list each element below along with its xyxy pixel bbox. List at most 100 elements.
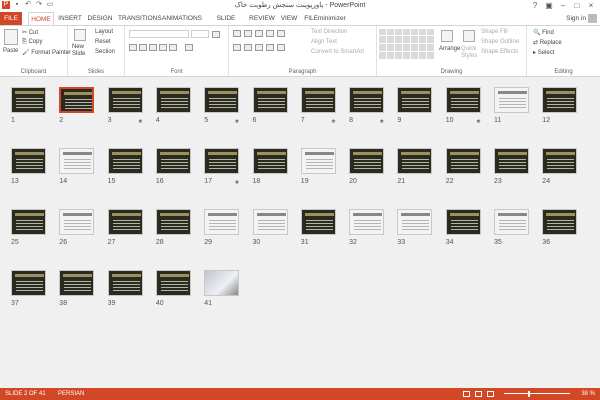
slide-thumbnail[interactable]	[494, 209, 529, 235]
zoom-slider[interactable]	[504, 393, 570, 394]
slide-sorter-view-icon[interactable]	[475, 391, 482, 397]
shape-outline-button[interactable]: Shape Outline	[481, 39, 519, 45]
shadow-icon[interactable]	[169, 44, 177, 51]
decrease-indent-icon[interactable]	[255, 30, 263, 37]
convert-smartart-button[interactable]: Convert to SmartArt	[311, 49, 364, 55]
zoom-level[interactable]: 38 %	[581, 388, 595, 400]
slide-thumbnail[interactable]	[300, 87, 336, 113]
bullets-icon[interactable]	[233, 30, 241, 37]
slide-thumbnail[interactable]	[445, 87, 481, 113]
tab-slide-show[interactable]: SLIDE SHOW	[207, 12, 245, 35]
slide-thumbnail[interactable]	[542, 87, 578, 113]
transition-star-icon[interactable]: ★	[476, 118, 481, 125]
font-size-input[interactable]	[191, 30, 209, 38]
paste-icon[interactable]	[4, 29, 18, 45]
ribbon-display-icon[interactable]: ▣	[542, 0, 556, 11]
copy-button[interactable]: ⎘ Copy	[22, 39, 42, 46]
tab-file[interactable]: FILE	[0, 12, 22, 25]
slide-thumbnail[interactable]	[445, 209, 481, 235]
slide-thumbnail[interactable]	[397, 148, 433, 174]
align-center-icon[interactable]	[244, 44, 252, 51]
tab-transitions[interactable]: TRANSITIONS	[118, 12, 162, 25]
slide-thumbnail[interactable]	[252, 87, 288, 113]
slide-thumbnail[interactable]	[397, 209, 433, 235]
slide-thumbnail[interactable]	[349, 209, 385, 235]
slide-thumbnail[interactable]	[397, 87, 433, 113]
tab-fileminimizer[interactable]: FILEminimizer	[303, 12, 347, 25]
align-text-button[interactable]: Align Text	[311, 39, 337, 45]
cut-button[interactable]: ✂ Cut	[22, 29, 38, 36]
find-button[interactable]: 🔍 Find	[533, 29, 554, 36]
slide-thumbnail[interactable]	[59, 148, 95, 174]
slide-thumbnail[interactable]	[155, 148, 191, 174]
quick-styles-icon[interactable]	[463, 30, 475, 42]
maximize-icon[interactable]: □	[570, 0, 584, 11]
shape-effects-button[interactable]: Shape Effects	[481, 49, 518, 55]
slide-thumbnail[interactable]	[494, 87, 529, 113]
align-right-icon[interactable]	[255, 44, 263, 51]
increase-indent-icon[interactable]	[266, 30, 274, 37]
slide-thumbnail[interactable]	[349, 87, 385, 113]
slide-thumbnail[interactable]	[204, 148, 240, 174]
slide-thumbnail[interactable]	[107, 148, 143, 174]
minimize-icon[interactable]: –	[556, 0, 570, 11]
help-icon[interactable]: ?	[528, 0, 542, 11]
shapes-gallery[interactable]	[379, 29, 435, 59]
layout-button[interactable]: Layout	[95, 29, 113, 35]
sign-in-link[interactable]: Sign in	[566, 12, 586, 25]
slide-thumbnail[interactable]	[107, 87, 143, 113]
slide-thumbnail[interactable]	[11, 148, 46, 174]
account-avatar[interactable]	[588, 14, 597, 23]
slide-thumbnail[interactable]	[59, 209, 95, 235]
bold-icon[interactable]	[129, 44, 137, 51]
section-button[interactable]: Section	[95, 49, 115, 55]
slide-thumbnail[interactable]	[300, 148, 336, 174]
tab-design[interactable]: DESIGN	[86, 12, 114, 25]
slide-thumbnail[interactable]	[59, 87, 95, 113]
tab-view[interactable]: VIEW	[279, 12, 299, 25]
slide-thumbnail[interactable]	[445, 148, 481, 174]
align-left-icon[interactable]	[233, 44, 241, 51]
strikethrough-icon[interactable]	[159, 44, 167, 51]
transition-star-icon[interactable]: ★	[234, 118, 239, 125]
reset-button[interactable]: Reset	[95, 39, 111, 45]
shape-fill-button[interactable]: Shape Fill	[481, 29, 508, 35]
tab-home[interactable]: HOME	[28, 12, 54, 25]
transition-star-icon[interactable]: ★	[331, 118, 336, 125]
slide-thumbnail[interactable]	[494, 148, 529, 174]
line-spacing-icon[interactable]	[277, 30, 285, 37]
slide-thumbnail[interactable]	[59, 270, 95, 296]
language-indicator[interactable]: PERSIAN	[58, 388, 84, 400]
slide-thumbnail[interactable]	[11, 270, 46, 296]
format-painter-button[interactable]: 🖌 Format Painter	[22, 49, 71, 56]
quick-styles-button[interactable]: Quick Styles	[461, 46, 481, 60]
slide-thumbnail[interactable]	[107, 209, 143, 235]
slide-thumbnail[interactable]	[107, 270, 143, 296]
grow-font-icon[interactable]	[212, 31, 220, 38]
tab-review[interactable]: REVIEW	[249, 12, 275, 25]
text-direction-button[interactable]: Text Direction	[311, 29, 347, 35]
arrange-icon[interactable]	[441, 30, 453, 42]
transition-star-icon[interactable]: ★	[379, 118, 384, 125]
normal-view-icon[interactable]	[463, 391, 470, 397]
font-color-icon[interactable]	[185, 44, 193, 51]
zoom-slider-knob[interactable]	[528, 391, 530, 397]
italic-icon[interactable]	[139, 44, 147, 51]
slide-thumbnail[interactable]	[204, 209, 240, 235]
slide-thumbnail[interactable]	[252, 209, 288, 235]
paste-button[interactable]: Paste	[3, 48, 18, 54]
arrange-button[interactable]: Arrange	[439, 46, 460, 52]
select-button[interactable]: ▸ Select	[533, 49, 554, 56]
slide-thumbnail[interactable]	[155, 209, 191, 235]
font-name-input[interactable]	[129, 30, 189, 38]
new-slide-icon[interactable]	[74, 29, 86, 41]
reading-view-icon[interactable]	[487, 391, 494, 397]
columns-icon[interactable]	[277, 44, 285, 51]
slide-thumbnail[interactable]	[11, 209, 46, 235]
slide-thumbnail[interactable]	[252, 148, 288, 174]
slide-thumbnail[interactable]	[300, 209, 336, 235]
slide-thumbnail[interactable]	[349, 148, 385, 174]
tab-animations[interactable]: ANIMATIONS	[162, 12, 202, 25]
slide-thumbnail[interactable]	[204, 270, 240, 296]
new-slide-button[interactable]: New Slide	[72, 44, 92, 58]
